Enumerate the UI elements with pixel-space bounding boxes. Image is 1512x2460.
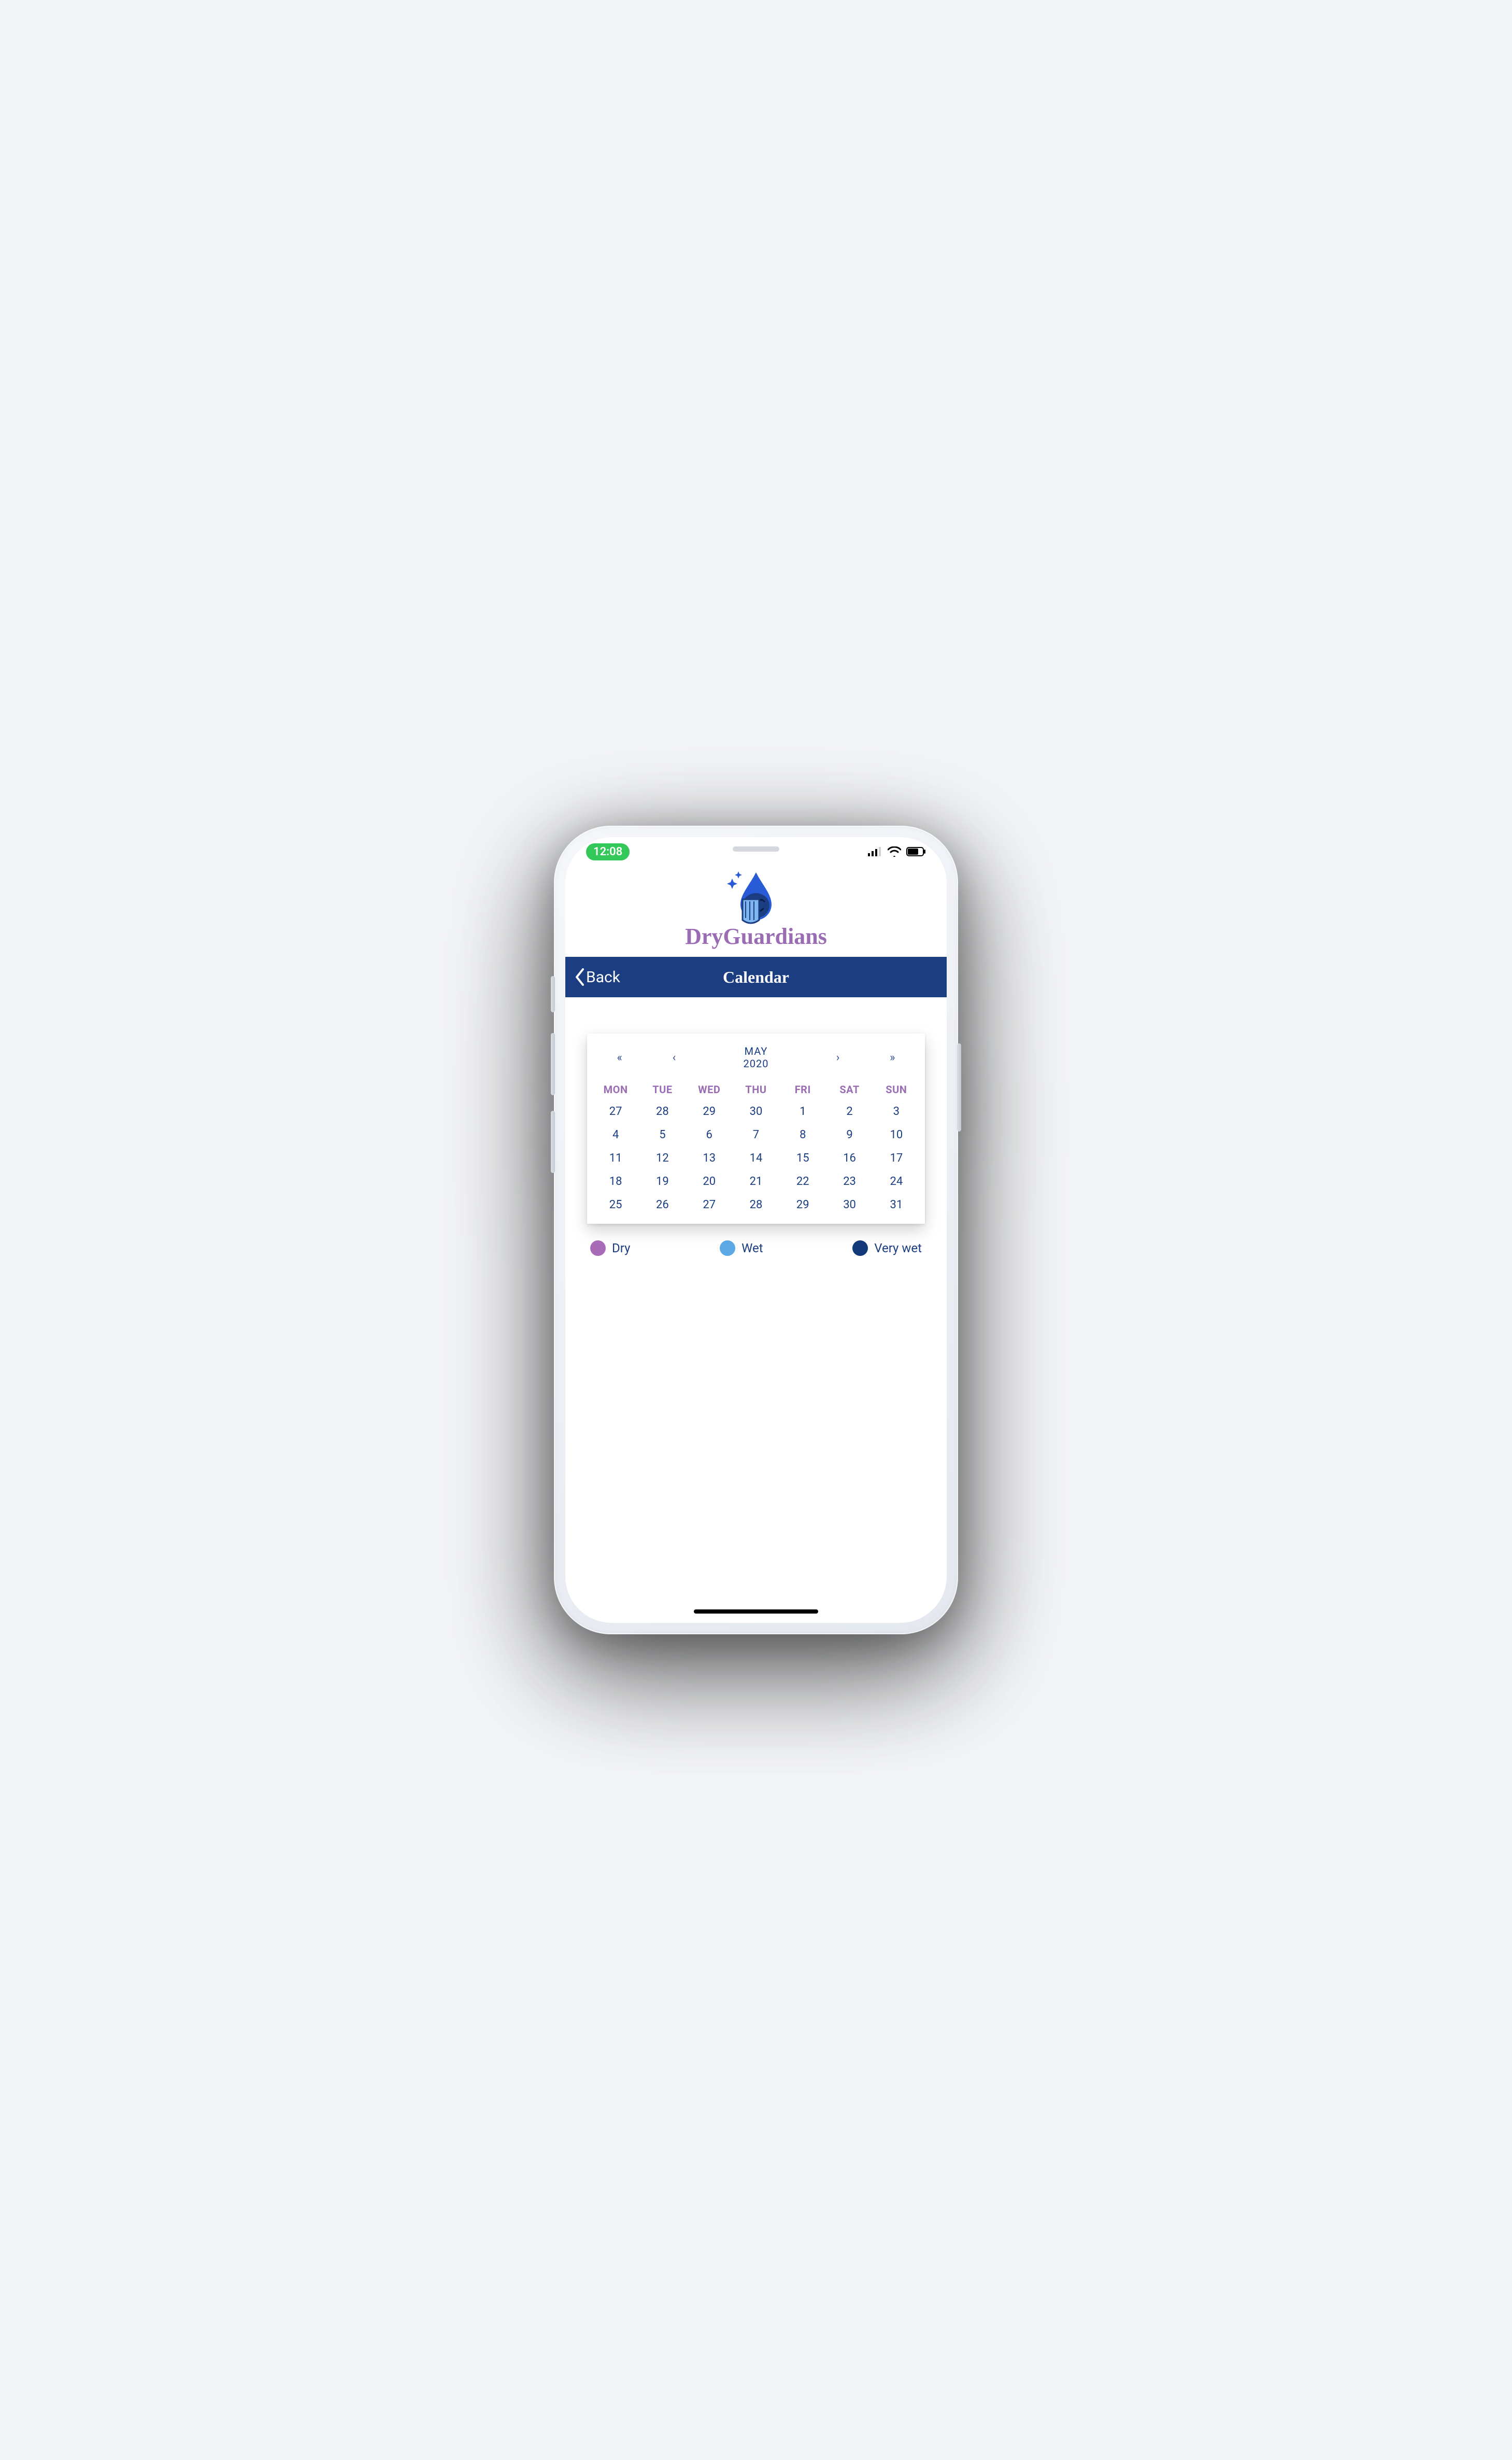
day-header: WED	[686, 1083, 733, 1096]
calendar-day[interactable]: 13	[686, 1152, 733, 1165]
calendar-day[interactable]: 1	[779, 1105, 826, 1118]
phone-mockup: 12:08	[554, 826, 958, 1634]
legend: Dry Wet Very wet	[587, 1240, 925, 1256]
brand-name: DryGuardians	[685, 923, 827, 950]
legend-wet: Wet	[720, 1240, 763, 1256]
calendar-week: 27 28 29 30 1 2 3	[592, 1105, 920, 1118]
calendar-day[interactable]: 25	[592, 1198, 639, 1211]
prev-year-button[interactable]: «	[592, 1051, 647, 1064]
legend-label: Very wet	[874, 1241, 922, 1255]
calendar-day[interactable]: 8	[779, 1128, 826, 1141]
calendar-day[interactable]: 23	[826, 1175, 873, 1188]
calendar-day[interactable]: 6	[686, 1128, 733, 1141]
phone-side-button	[551, 1033, 555, 1095]
status-icons	[868, 846, 926, 857]
battery-icon	[906, 847, 926, 856]
status-time: 12:08	[586, 843, 630, 860]
calendar-day[interactable]: 2	[826, 1105, 873, 1118]
dot-icon	[590, 1240, 606, 1256]
prev-month-button[interactable]: ‹	[647, 1051, 701, 1064]
phone-side-button	[957, 1043, 961, 1132]
cellular-icon	[868, 847, 882, 856]
legend-very-wet: Very wet	[852, 1240, 922, 1256]
page-title: Calendar	[723, 968, 789, 987]
calendar-week: 11 12 13 14 15 16 17	[592, 1152, 920, 1165]
calendar-card: « ‹ MAY 2020 › » MON TUE WED THU	[587, 1034, 925, 1224]
phone-speaker	[733, 846, 779, 852]
day-headers: MON TUE WED THU FRI SAT SUN	[592, 1083, 920, 1096]
calendar-day[interactable]: 27	[592, 1105, 639, 1118]
dot-icon	[720, 1240, 735, 1256]
calendar-day[interactable]: 21	[733, 1175, 779, 1188]
calendar-day[interactable]: 7	[733, 1128, 779, 1141]
month-year-label: MAY 2020	[702, 1045, 811, 1070]
calendar-day[interactable]: 28	[639, 1105, 686, 1118]
calendar-day[interactable]: 30	[733, 1105, 779, 1118]
calendar-week: 25 26 27 28 29 30 31	[592, 1198, 920, 1211]
mascot-logo	[720, 869, 792, 926]
calendar-day[interactable]: 10	[873, 1128, 920, 1141]
calendar-week: 18 19 20 21 22 23 24	[592, 1175, 920, 1188]
legend-dry: Dry	[590, 1240, 630, 1256]
calendar-day[interactable]: 30	[826, 1198, 873, 1211]
calendar-day[interactable]: 24	[873, 1175, 920, 1188]
calendar-day[interactable]: 5	[639, 1128, 686, 1141]
phone-side-button	[551, 1111, 555, 1173]
calendar-day[interactable]: 11	[592, 1152, 639, 1165]
phone-side-button	[551, 976, 555, 1012]
calendar-day[interactable]: 14	[733, 1152, 779, 1165]
legend-label: Wet	[741, 1241, 763, 1255]
phone-frame: 12:08	[554, 826, 958, 1634]
day-header: FRI	[779, 1083, 826, 1096]
calendar-day[interactable]: 17	[873, 1152, 920, 1165]
calendar-day[interactable]: 27	[686, 1198, 733, 1211]
phone-notch	[678, 837, 834, 861]
calendar-day[interactable]: 3	[873, 1105, 920, 1118]
logo-area: DryGuardians	[565, 866, 947, 957]
legend-label: Dry	[612, 1241, 630, 1255]
calendar-day[interactable]: 16	[826, 1152, 873, 1165]
day-header: MON	[592, 1083, 639, 1096]
day-header: SAT	[826, 1083, 873, 1096]
calendar-day[interactable]: 28	[733, 1198, 779, 1211]
next-year-button[interactable]: »	[865, 1051, 920, 1064]
calendar-week: 4 5 6 7 8 9 10	[592, 1128, 920, 1141]
day-header: SUN	[873, 1083, 920, 1096]
dot-icon	[852, 1240, 868, 1256]
calendar-day[interactable]: 29	[686, 1105, 733, 1118]
calendar-day[interactable]: 15	[779, 1152, 826, 1165]
calendar-day[interactable]: 31	[873, 1198, 920, 1211]
calendar-day[interactable]: 20	[686, 1175, 733, 1188]
year-label: 2020	[702, 1057, 811, 1070]
calendar-day[interactable]: 26	[639, 1198, 686, 1211]
chevron-left-icon	[575, 968, 585, 986]
day-header: THU	[733, 1083, 779, 1096]
next-month-button[interactable]: ›	[810, 1051, 865, 1064]
back-label: Back	[586, 968, 620, 986]
calendar-day[interactable]: 19	[639, 1175, 686, 1188]
month-label: MAY	[702, 1045, 811, 1057]
back-button[interactable]: Back	[575, 968, 620, 986]
calendar-day[interactable]: 12	[639, 1152, 686, 1165]
day-header: TUE	[639, 1083, 686, 1096]
calendar-header: « ‹ MAY 2020 › »	[592, 1045, 920, 1070]
wifi-icon	[888, 846, 901, 857]
content: « ‹ MAY 2020 › » MON TUE WED THU	[565, 997, 947, 1256]
calendar-day[interactable]: 9	[826, 1128, 873, 1141]
nav-bar: Back Calendar	[565, 957, 947, 997]
calendar-day[interactable]: 29	[779, 1198, 826, 1211]
phone-screen: 12:08	[565, 837, 947, 1623]
calendar-day[interactable]: 4	[592, 1128, 639, 1141]
home-indicator[interactable]	[694, 1609, 818, 1614]
calendar-day[interactable]: 22	[779, 1175, 826, 1188]
calendar-day[interactable]: 18	[592, 1175, 639, 1188]
